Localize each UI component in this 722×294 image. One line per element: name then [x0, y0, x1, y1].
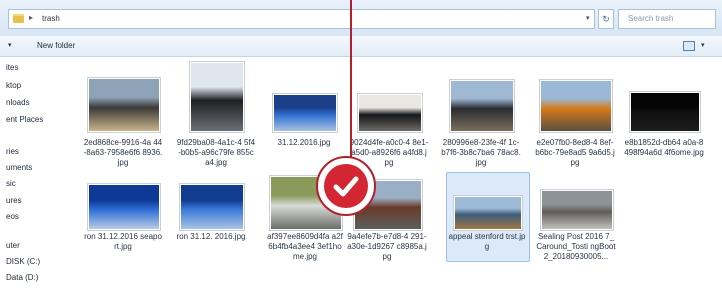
nav-item-recent-places[interactable]: ent Places: [6, 115, 43, 124]
change-view-icon[interactable]: [683, 41, 695, 51]
file-thumbnail[interactable]: [273, 94, 337, 132]
file-thumbnail[interactable]: [454, 196, 522, 230]
file-thumbnail[interactable]: [630, 92, 700, 132]
file-name-label[interactable]: 2ed868ce-9916-4a 44-8a63-7958e6f6 8936.j…: [83, 138, 163, 168]
file-name-label[interactable]: ron 31.12. 2016.jpg: [171, 232, 251, 242]
refresh-icon: ↻: [602, 14, 610, 24]
breadcrumb-arrow-icon[interactable]: ▸: [29, 13, 33, 22]
nav-item-music[interactable]: sic: [6, 179, 16, 188]
file-name-label[interactable]: appeal stenford trst.jpg: [447, 232, 527, 252]
nav-item-favorites[interactable]: ites: [6, 63, 18, 72]
nav-item-local-disk-c[interactable]: DISK (C:): [6, 257, 40, 266]
nav-item-pictures[interactable]: ures: [6, 196, 22, 205]
nav-item-data-d[interactable]: Data (D:): [6, 273, 38, 282]
nav-item-documents[interactable]: uments: [6, 163, 32, 172]
file-thumbnail[interactable]: [540, 80, 612, 132]
checkmark-icon: [333, 176, 359, 197]
file-thumbnail[interactable]: [450, 80, 514, 132]
file-name-label[interactable]: Sealing Post 2016 7_Caround_Tosti ngBoot…: [536, 232, 616, 262]
file-thumbnail[interactable]: [190, 62, 244, 132]
file-name-label[interactable]: 280996e8-23fe-4f 1c-b7f6-3b8c7ba6 78ac8.…: [441, 138, 521, 168]
checkmark-badge: [316, 156, 376, 216]
file-name-label[interactable]: af397ee8609d4fa a2f6b4fb4a3ee4 3ef1home.…: [265, 232, 345, 262]
file-thumbnail[interactable]: [358, 94, 422, 132]
file-name-label[interactable]: e2e07fb0-8ed8-4 8ef-b6bc-79e8ad5 9a6d5.j…: [535, 138, 615, 168]
file-name-label[interactable]: 9fd29ba08-4a1c-4 5f4-b0b5-a96c79fe 855ca…: [176, 138, 256, 168]
refresh-button[interactable]: ↻: [598, 9, 614, 29]
file-name-label[interactable]: 31.12.2016.jpg: [264, 138, 344, 148]
nav-item-libraries[interactable]: ries: [6, 147, 19, 156]
new-folder-button[interactable]: New folder: [37, 41, 75, 50]
address-bar: ▸ trash ▾ ↻ Search trash: [0, 0, 722, 37]
file-thumbnail[interactable]: [88, 78, 160, 132]
nav-item-desktop[interactable]: ktop: [6, 81, 21, 90]
address-field[interactable]: ▸ trash ▾: [8, 9, 595, 29]
nav-item-computer[interactable]: uter: [6, 241, 20, 250]
navigation-pane: ites ktop nloads ent Places ries uments …: [0, 57, 70, 294]
annotation-line: [350, 0, 352, 160]
file-thumbnail[interactable]: [88, 184, 160, 230]
address-dropdown-icon[interactable]: ▾: [586, 14, 590, 22]
view-dropdown-icon[interactable]: ▾: [701, 41, 705, 49]
command-bar: ▾ New folder ▾: [0, 36, 722, 57]
file-name-label[interactable]: e8b1852d-db64 a0a-8498f94a6d 4f6ome.jpg: [624, 138, 704, 158]
nav-item-downloads[interactable]: nloads: [6, 98, 30, 107]
nav-item-videos[interactable]: eos: [6, 212, 19, 221]
organize-dropdown-icon[interactable]: ▾: [8, 41, 12, 49]
file-name-label[interactable]: 9a4efe7b-e7d8-4 291-a30e-1d9267 c8985a.j…: [347, 232, 427, 262]
file-thumbnail[interactable]: [541, 190, 613, 230]
folder-icon: [13, 14, 24, 23]
breadcrumb-current-folder[interactable]: trash: [42, 14, 60, 23]
file-name-label[interactable]: ron 31.12.2016 seaport.jpg: [83, 232, 163, 252]
search-input[interactable]: Search trash: [618, 9, 716, 29]
file-thumbnail[interactable]: [180, 184, 244, 230]
search-placeholder: Search trash: [628, 14, 674, 23]
